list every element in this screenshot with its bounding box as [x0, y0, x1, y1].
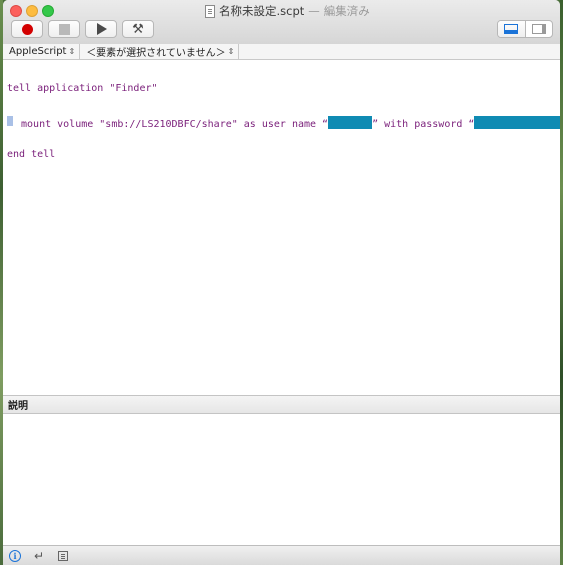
close-window-button[interactable]: [10, 5, 22, 17]
code-text: ” with password “: [372, 119, 475, 130]
record-button[interactable]: [11, 20, 43, 38]
language-popup[interactable]: AppleScript ⇕: [3, 44, 81, 59]
play-icon: [97, 23, 107, 35]
return-icon: ↵: [33, 548, 45, 563]
redacted-username: [328, 116, 373, 129]
title-separator: —: [308, 4, 320, 18]
window-title-text: 名称未設定.scpt: [219, 4, 305, 18]
zoom-window-button[interactable]: [42, 5, 54, 17]
list-icon: [58, 550, 68, 561]
code-line: tell application "Finder": [7, 83, 158, 94]
run-button[interactable]: [85, 20, 117, 38]
info-icon: i: [9, 549, 21, 562]
language-label: AppleScript: [9, 46, 67, 57]
script-code: tell application "Finder" mount volume "…: [7, 61, 560, 182]
description-button[interactable]: i: [3, 547, 27, 565]
stop-icon: [58, 23, 70, 35]
script-editor[interactable]: tell application "Finder" mount volume "…: [3, 60, 560, 395]
minimize-window-button[interactable]: [26, 5, 38, 17]
side-pane-icon: [531, 24, 546, 34]
indent-marker: [7, 116, 13, 126]
description-text-area[interactable]: [3, 414, 560, 545]
script-editor-window: 名称未設定.scpt — 編集済み ⚒ AppleScript ⇕ ＜要素が選択…: [3, 0, 560, 565]
stop-button[interactable]: [48, 20, 80, 38]
chevron-updown-icon: ⇕: [68, 46, 76, 56]
hammer-icon: ⚒: [132, 21, 144, 37]
pane-view-toggle: [497, 20, 553, 38]
window-title: 名称未設定.scpt — 編集済み: [205, 3, 370, 19]
show-side-pane-button[interactable]: [526, 21, 553, 37]
redacted-password: [474, 116, 560, 129]
code-text: mount volume "smb://LS210DBFC/share" as …: [15, 119, 329, 130]
titlebar: 名称未設定.scpt — 編集済み ⚒: [3, 0, 560, 45]
log-button[interactable]: [51, 547, 75, 565]
code-line: mount volume "smb://LS210DBFC/share" as …: [7, 116, 560, 130]
description-label: 説明: [8, 401, 28, 412]
show-bottom-pane-button[interactable]: [498, 21, 526, 37]
record-icon: [21, 23, 33, 35]
chevron-updown-icon: ⇕: [227, 46, 235, 56]
element-popup[interactable]: ＜要素が選択されていません＞ ⇕: [80, 44, 240, 59]
document-icon[interactable]: [205, 4, 215, 18]
navigation-bar: AppleScript ⇕ ＜要素が選択されていません＞ ⇕: [3, 44, 560, 60]
compile-button[interactable]: ⚒: [122, 20, 154, 38]
description-pane-header[interactable]: 説明: [3, 395, 560, 414]
result-button[interactable]: ↵: [27, 547, 51, 565]
bottom-pane-icon: [504, 24, 519, 34]
edited-status: 編集済み: [323, 4, 370, 18]
bottom-bar: i ↵: [3, 545, 560, 565]
code-line: end tell: [7, 149, 56, 160]
element-label: ＜要素が選択されていません＞: [86, 48, 226, 59]
